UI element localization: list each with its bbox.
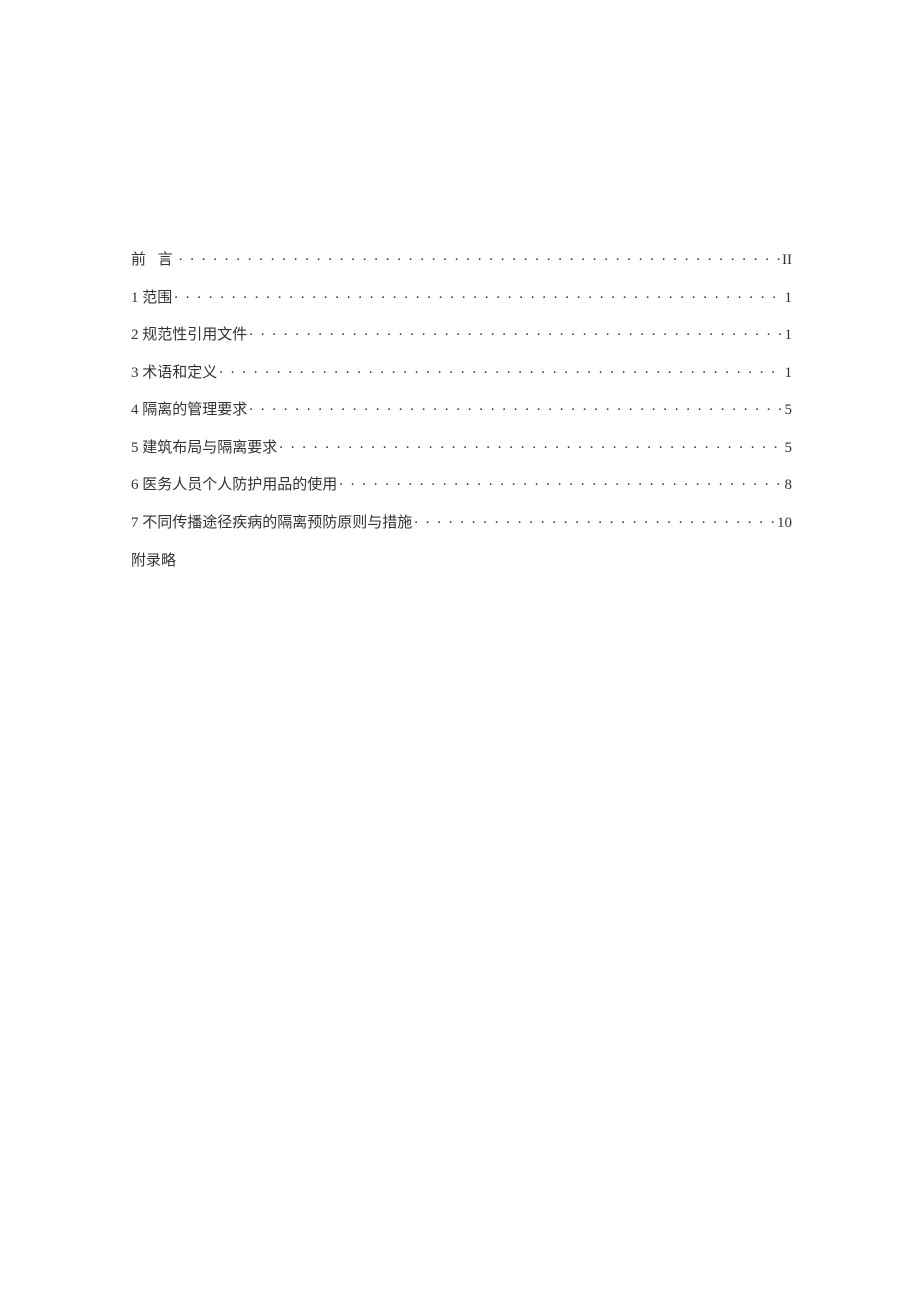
- toc-entry: 7 不同传播途径疾病的隔离预防原则与措施 10: [131, 512, 792, 531]
- toc-leader-dots: [249, 324, 782, 339]
- toc-entry: 2 规范性引用文件 1: [131, 324, 792, 343]
- toc-entry: 1 范围 1: [131, 287, 792, 306]
- toc-leader-dots: [279, 437, 782, 452]
- toc-leader-dots: [414, 512, 775, 527]
- toc-leader-dots: [219, 362, 782, 377]
- toc-entry: 3 术语和定义 1: [131, 362, 792, 381]
- toc-entry-title: 6 医务人员个人防护用品的使用: [131, 478, 337, 493]
- toc-entry-page: II: [782, 253, 792, 268]
- toc-entry-page: 1: [785, 291, 793, 306]
- toc-entry: 前 言 II: [131, 249, 792, 268]
- toc-entry-title: 前 言: [131, 253, 177, 268]
- toc-leader-dots: [249, 399, 782, 414]
- toc-entry-title: 2 规范性引用文件: [131, 328, 247, 343]
- toc-leader-dots: [339, 474, 782, 489]
- toc-entry-page: 8: [785, 478, 793, 493]
- toc-entry: 4 隔离的管理要求 5: [131, 399, 792, 418]
- toc-entry-page: 5: [785, 441, 793, 456]
- toc-entry-title: 4 隔离的管理要求: [131, 403, 247, 418]
- appendix-note: 附录略: [131, 549, 792, 570]
- toc-entry-page: 1: [785, 366, 793, 381]
- toc-entry-title: 5 建筑布局与隔离要求: [131, 441, 277, 456]
- toc-entry-page: 5: [785, 403, 793, 418]
- toc-leader-dots: [179, 249, 780, 264]
- toc-entry-title: 3 术语和定义: [131, 366, 217, 381]
- toc-container: 前 言 II 1 范围 1 2 规范性引用文件 1 3 术语和定义 1 4 隔离…: [131, 249, 792, 570]
- toc-leader-dots: [174, 287, 782, 302]
- toc-entry-title: 7 不同传播途径疾病的隔离预防原则与措施: [131, 516, 412, 531]
- toc-entry: 6 医务人员个人防护用品的使用 8: [131, 474, 792, 493]
- toc-entry-page: 10: [777, 516, 792, 531]
- toc-entry-page: 1: [785, 328, 793, 343]
- toc-entry-title: 1 范围: [131, 291, 172, 306]
- toc-entry: 5 建筑布局与隔离要求 5: [131, 437, 792, 456]
